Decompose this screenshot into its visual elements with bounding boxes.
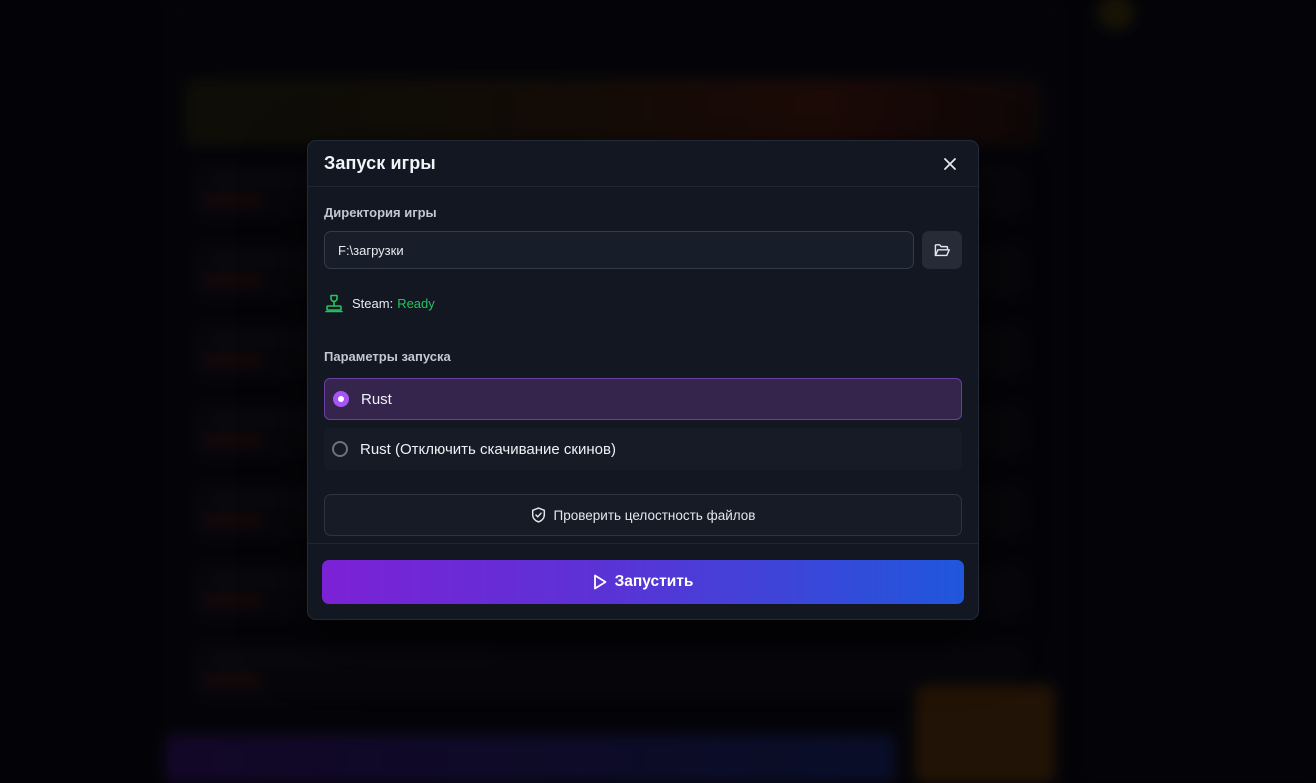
directory-label: Директория игры bbox=[324, 205, 437, 220]
play-icon bbox=[593, 574, 606, 590]
modal-header: Запуск игры bbox=[308, 141, 978, 187]
shield-check-icon bbox=[531, 507, 545, 523]
directory-input[interactable] bbox=[324, 231, 914, 269]
verify-files-label: Проверить целостность файлов bbox=[553, 507, 756, 523]
launch-option-label: Rust bbox=[361, 390, 392, 408]
steam-status-row: Steam: Ready bbox=[324, 293, 962, 313]
steam-label: Steam: bbox=[352, 295, 394, 311]
close-button[interactable] bbox=[938, 152, 962, 176]
launch-options: Rust Rust (Отключить скачивание скинов) bbox=[324, 378, 962, 470]
steam-status: Ready bbox=[397, 295, 435, 311]
launch-option-rust-no-skins[interactable]: Rust (Отключить скачивание скинов) bbox=[324, 428, 962, 470]
directory-row bbox=[324, 231, 962, 269]
modal-footer: Запустить bbox=[308, 543, 978, 620]
launch-button[interactable]: Запустить bbox=[322, 560, 964, 604]
launch-option-rust[interactable]: Rust bbox=[324, 378, 962, 420]
modal-body: Директория игры Steam:Ready Параметры за… bbox=[308, 187, 978, 536]
close-icon bbox=[944, 157, 956, 170]
joystick-icon bbox=[325, 294, 343, 313]
verify-files-button[interactable]: Проверить целостность файлов bbox=[324, 494, 962, 536]
launch-option-label: Rust (Отключить скачивание скинов) bbox=[360, 440, 616, 458]
launch-game-modal: Запуск игры Директория игры F:\загрузки … bbox=[307, 140, 979, 620]
folder-open-icon bbox=[934, 243, 950, 256]
radio-checked[interactable] bbox=[333, 391, 349, 407]
browse-folder-button[interactable] bbox=[922, 231, 962, 269]
modal-title: Запуск игры bbox=[324, 153, 436, 173]
launch-params-label: Параметры запуска bbox=[324, 349, 451, 364]
launch-label: Запустить bbox=[614, 573, 694, 590]
radio-unchecked[interactable] bbox=[332, 441, 348, 457]
